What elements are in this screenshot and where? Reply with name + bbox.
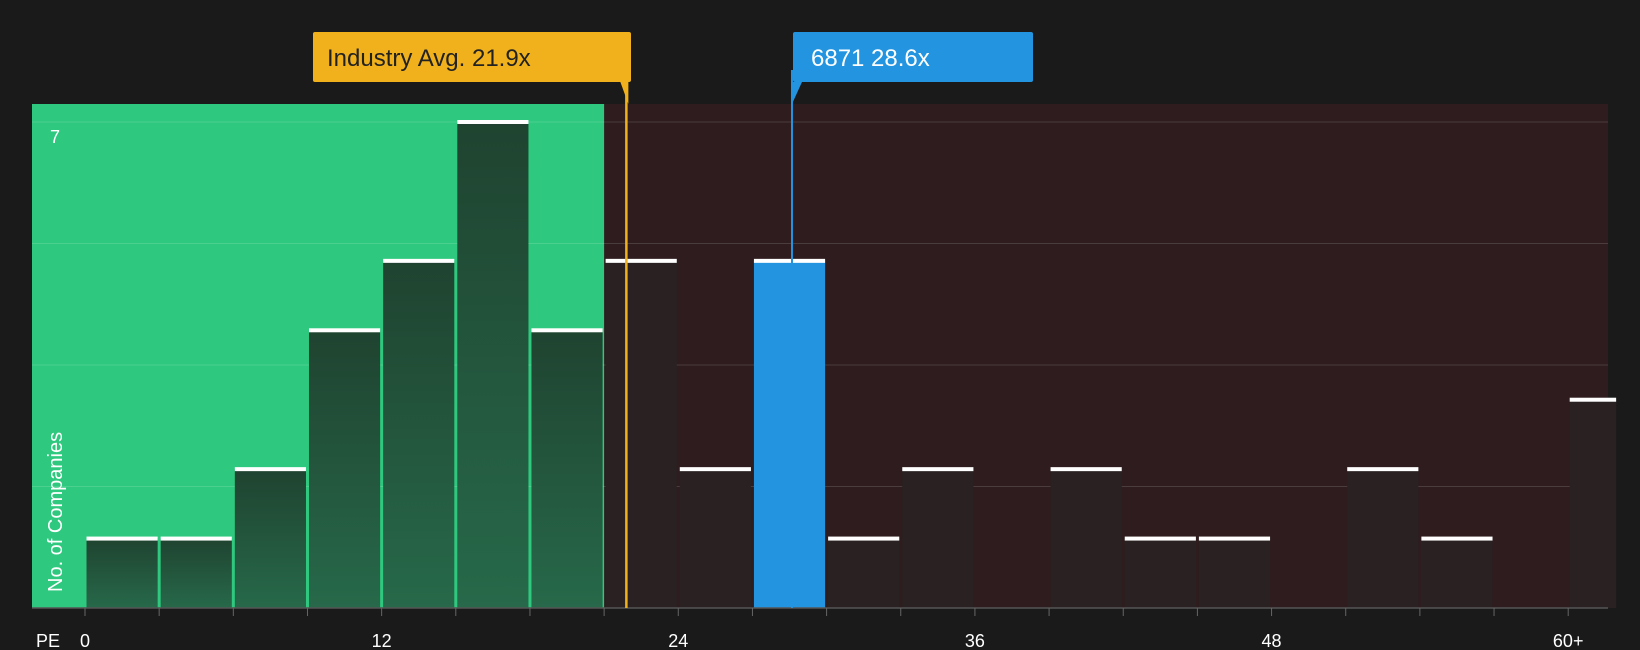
x-tick-label: 48 <box>1262 631 1282 650</box>
bar-cap <box>234 467 306 472</box>
bar-cap <box>828 536 900 541</box>
histogram-bar <box>160 538 232 608</box>
x-tick-label: 36 <box>965 631 985 650</box>
bar-cap <box>1421 536 1493 541</box>
histogram-bar <box>1421 538 1493 608</box>
industry-avg-label: Industry Avg. 21.9x <box>327 45 531 72</box>
bar-cap <box>160 536 232 541</box>
bar-cap <box>531 328 603 333</box>
histogram-bar <box>902 469 974 608</box>
bar-cap <box>1050 467 1122 472</box>
bar-cap <box>1347 467 1419 472</box>
bar-cap <box>753 258 826 263</box>
x-tick-label: 24 <box>668 631 688 650</box>
histogram-bar <box>308 330 381 608</box>
bar-cap <box>1569 397 1617 402</box>
histogram-bar <box>828 538 900 608</box>
histogram-bar <box>234 469 306 608</box>
histogram-bar <box>383 260 455 608</box>
histogram-bar <box>605 260 677 608</box>
company-label: 6871 28.6x <box>811 45 930 72</box>
bar-cap <box>1198 536 1271 541</box>
bar-cap <box>308 328 381 333</box>
histogram-bar <box>457 122 529 608</box>
bar-cap <box>679 467 751 472</box>
histogram-bar <box>1198 538 1271 608</box>
y-max-label: 7 <box>50 127 60 147</box>
histogram-bar <box>1569 399 1617 608</box>
bar-cap <box>457 120 529 124</box>
bar-cap <box>86 536 158 541</box>
bar-cap <box>605 258 677 263</box>
x-tick-label: 0 <box>80 631 90 650</box>
bar-cap <box>902 467 974 472</box>
company-bar <box>753 260 826 608</box>
bar-cap <box>383 258 455 263</box>
x-tick-label: 60+ <box>1553 631 1584 650</box>
histogram-bar <box>679 469 751 608</box>
histogram-bar <box>1050 469 1122 608</box>
histogram-bar <box>531 330 603 608</box>
histogram-bar <box>86 538 158 608</box>
histogram-bar <box>1124 538 1196 608</box>
histogram-bar <box>1347 469 1419 608</box>
x-axis-label: PE <box>36 631 60 650</box>
company-pointer <box>791 82 802 104</box>
x-tick-label: 12 <box>372 631 392 650</box>
pe-histogram-chart: Industry Avg. 21.9x 6871 28.6x 0 12 24 36 48 6… <box>32 32 1617 650</box>
bar-cap <box>1124 536 1196 541</box>
y-axis-label: No. of Companies <box>45 432 67 592</box>
